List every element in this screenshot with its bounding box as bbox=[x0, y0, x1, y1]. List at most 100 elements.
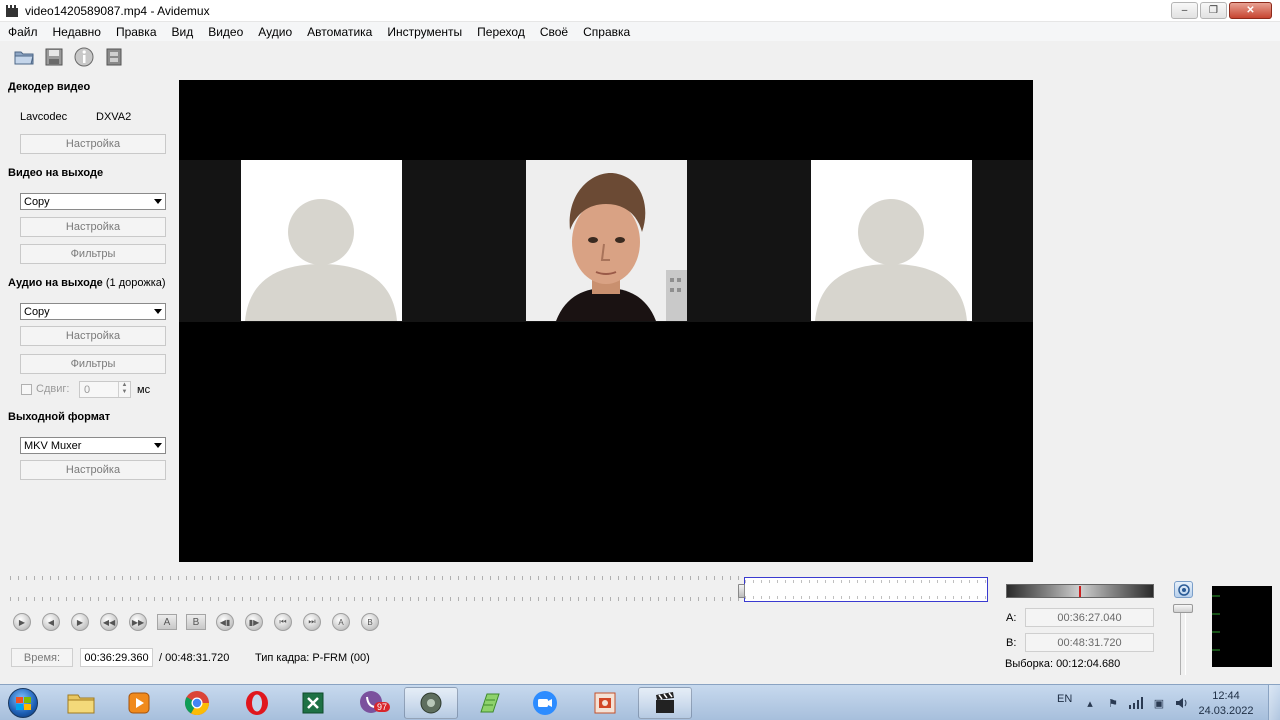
marker-b-time[interactable]: 00:48:31.720 bbox=[1025, 633, 1154, 652]
video-codec-select[interactable]: Copy bbox=[20, 193, 166, 210]
timeline-slider[interactable] bbox=[10, 573, 990, 603]
excel-icon bbox=[302, 692, 324, 714]
system-clock[interactable]: 12:44 24.03.2022 bbox=[1196, 689, 1256, 719]
viber-taskbar-button[interactable]: 97 bbox=[346, 687, 400, 719]
excel-taskbar-button[interactable] bbox=[286, 687, 340, 719]
notepad-taskbar-button[interactable] bbox=[462, 687, 516, 719]
next-frame-icon: ▶ bbox=[71, 613, 89, 631]
goto-end-button[interactable]: ⏭ bbox=[300, 611, 324, 633]
removable-device-icon[interactable]: ▣ bbox=[1152, 696, 1166, 710]
settings-taskbar-button[interactable] bbox=[404, 687, 458, 719]
menu-custom[interactable]: Своё bbox=[532, 25, 575, 39]
prev-frame-button[interactable]: ◀ bbox=[39, 611, 63, 633]
powerpoint-taskbar-button[interactable] bbox=[578, 687, 632, 719]
marker-a-time[interactable]: 00:36:27.040 bbox=[1025, 608, 1154, 627]
media-player-icon bbox=[128, 692, 150, 714]
audio-track-count: (1 дорожка) bbox=[105, 277, 166, 289]
navigation-bar: ▶ ◀ ▶ ◀◀ ▶▶ A B ◀▮ ▮▶ ⏮ ⏭ A B bbox=[10, 611, 382, 633]
play-icon: ▶ bbox=[13, 613, 31, 631]
next-keyframe-icon: ▶▶ bbox=[129, 613, 147, 631]
chrome-taskbar-button[interactable] bbox=[170, 687, 224, 719]
opera-taskbar-button[interactable] bbox=[230, 687, 284, 719]
left-panel: Декодер видео Lavcodec DXVA2 Настройка В… bbox=[0, 72, 178, 572]
menu-recent[interactable]: Недавно bbox=[45, 25, 108, 39]
menu-auto[interactable]: Автоматика bbox=[299, 25, 379, 39]
shift-checkbox[interactable] bbox=[21, 384, 32, 395]
viber-unread-badge: 97 bbox=[374, 702, 391, 712]
decoder-settings-button[interactable]: Настройка bbox=[20, 134, 166, 154]
video-preview[interactable] bbox=[179, 80, 1033, 562]
volume-slider-thumb[interactable] bbox=[1173, 604, 1193, 613]
info-icon[interactable] bbox=[72, 45, 96, 69]
avidemux-icon bbox=[656, 692, 674, 713]
network-signal-icon[interactable] bbox=[1129, 696, 1143, 710]
save-disk-icon[interactable] bbox=[42, 45, 66, 69]
prev-black-frame-button[interactable]: ◀▮ bbox=[213, 611, 237, 633]
tray-chevron-icon[interactable]: ▴ bbox=[1083, 696, 1097, 710]
prev-keyframe-button[interactable]: ◀◀ bbox=[97, 611, 121, 633]
play-button[interactable]: ▶ bbox=[10, 611, 34, 633]
speaker-icon[interactable] bbox=[1175, 696, 1189, 710]
minimize-button[interactable]: – bbox=[1171, 2, 1198, 19]
audio-output-label: Аудио на выходе bbox=[8, 277, 103, 289]
language-indicator[interactable]: EN bbox=[1057, 693, 1072, 705]
menu-help[interactable]: Справка bbox=[575, 25, 637, 39]
selection-region bbox=[744, 577, 988, 602]
audio-output-title: Аудио на выходе (1 дорожка) bbox=[8, 277, 166, 289]
video-settings-button[interactable]: Настройка bbox=[20, 217, 166, 237]
time-label-button[interactable]: Время: bbox=[11, 648, 73, 667]
set-marker-b-icon: B bbox=[186, 614, 206, 630]
toolbar bbox=[0, 42, 1280, 72]
goto-start-button[interactable]: ⏮ bbox=[271, 611, 295, 633]
menu-tools[interactable]: Инструменты bbox=[379, 25, 469, 39]
next-black-frame-button[interactable]: ▮▶ bbox=[242, 611, 266, 633]
film-properties-icon[interactable] bbox=[102, 45, 126, 69]
powerpoint-icon bbox=[594, 692, 616, 714]
next-keyframe-button[interactable]: ▶▶ bbox=[126, 611, 150, 633]
audio-codec-select[interactable]: Copy bbox=[20, 303, 166, 320]
volume-icon[interactable] bbox=[1174, 581, 1193, 598]
avidemux-taskbar-button[interactable] bbox=[638, 687, 692, 719]
show-desktop-button[interactable] bbox=[1268, 685, 1280, 720]
menu-file[interactable]: Файл bbox=[0, 25, 45, 39]
set-marker-a-button[interactable]: A bbox=[155, 611, 179, 633]
start-button[interactable] bbox=[2, 685, 44, 720]
position-indicator-bar bbox=[1006, 584, 1154, 598]
marker-b-label: B: bbox=[1006, 637, 1017, 649]
spin-arrows-icon[interactable]: ▲ ▼ bbox=[118, 382, 130, 397]
notepad-green-icon bbox=[480, 693, 500, 713]
volume-slider-track[interactable] bbox=[1180, 605, 1186, 675]
participant-avatar-tile bbox=[811, 160, 972, 321]
action-center-flag-icon[interactable]: ⚑ bbox=[1106, 696, 1120, 710]
set-marker-a-icon: A bbox=[157, 614, 177, 630]
muxer-select[interactable]: MKV Muxer bbox=[20, 437, 166, 454]
title-bar: video1420589087.mp4 - Avidemux – ❐ ✕ bbox=[0, 0, 1280, 22]
timeline-cursor-handle[interactable] bbox=[738, 584, 745, 598]
video-filters-button[interactable]: Фильтры bbox=[20, 244, 166, 264]
windows-taskbar: 97 EN ▴ ⚑ ▣ 12:44 24.03.2022 bbox=[0, 684, 1280, 720]
current-time-field[interactable]: 00:36:29.360 bbox=[80, 648, 153, 667]
audio-settings-button[interactable]: Настройка bbox=[20, 326, 166, 346]
close-button[interactable]: ✕ bbox=[1229, 2, 1272, 19]
set-marker-b-button[interactable]: B bbox=[184, 611, 208, 633]
audio-vu-meter bbox=[1212, 586, 1272, 667]
menu-edit[interactable]: Правка bbox=[108, 25, 164, 39]
media-player-taskbar-button[interactable] bbox=[112, 687, 166, 719]
audio-codec-value: Copy bbox=[24, 305, 50, 318]
window-title: video1420589087.mp4 - Avidemux bbox=[25, 3, 210, 18]
timeline-ticks-top bbox=[10, 576, 740, 580]
menu-audio[interactable]: Аудио bbox=[250, 25, 299, 39]
muxer-settings-button[interactable]: Настройка bbox=[20, 460, 166, 480]
goto-marker-b-button[interactable]: B bbox=[358, 611, 382, 633]
zoom-taskbar-button[interactable] bbox=[518, 687, 572, 719]
maximize-button[interactable]: ❐ bbox=[1200, 2, 1227, 19]
explorer-taskbar-button[interactable] bbox=[54, 687, 108, 719]
menu-video[interactable]: Видео bbox=[200, 25, 250, 39]
menu-go[interactable]: Переход bbox=[469, 25, 532, 39]
goto-marker-a-button[interactable]: A bbox=[329, 611, 353, 633]
next-frame-button[interactable]: ▶ bbox=[68, 611, 92, 633]
shift-spinbox[interactable]: 0 ▲ ▼ bbox=[79, 381, 131, 398]
open-folder-icon[interactable] bbox=[12, 45, 36, 69]
menu-view[interactable]: Вид bbox=[164, 25, 201, 39]
audio-filters-button[interactable]: Фильтры bbox=[20, 354, 166, 374]
